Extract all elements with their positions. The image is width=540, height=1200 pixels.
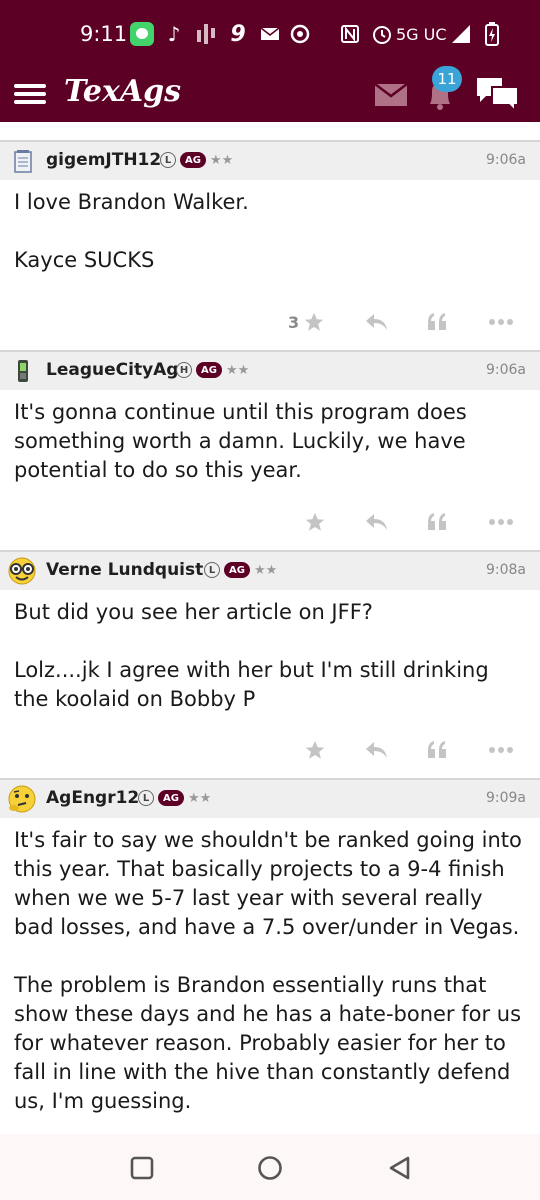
quote-icon [428,313,446,330]
texags-logo[interactable]: TexAgs [64,74,181,109]
post-paragraph: The problem is Brandon essentially runs … [14,973,522,1113]
network-type: 5G UC [396,24,447,44]
phone-icon[interactable] [10,358,36,384]
more-icon [489,747,513,753]
letter-badge: L [204,562,220,578]
post-username[interactable]: gigemJTH12 [46,150,161,170]
quote-button[interactable] [426,738,448,762]
ag-badge: AG [224,562,250,578]
post-paragraph: It's gonna continue until this program d… [14,400,467,482]
star-count: 3 [288,312,300,332]
post-header: gigemJTH12 L AG ★★ 9:06a [0,140,540,180]
post: AgEngr12 L AG ★★ 9:09a It's fair to say … [0,778,540,1170]
mail-icon[interactable] [374,80,408,108]
recents-icon[interactable] [128,1154,156,1182]
reply-icon [366,742,387,758]
more-button[interactable] [488,310,514,334]
mail-status-icon [258,22,282,46]
battery-icon [484,22,500,46]
post-time: 9:08a [485,562,526,578]
more-button[interactable] [488,738,514,762]
post-header: AgEngr12 L AG ★★ 9:09a [0,778,540,818]
status-bar: 9:11 ♪ 9 5G UC [0,0,540,72]
rank-stars: ★★ [209,152,234,168]
post-body: It's fair to say we shouldn't be ranked … [0,818,540,1122]
post-actions [0,494,540,550]
ag-badge: AG [158,790,184,806]
reply-icon [366,314,387,330]
post-paragraph: It's fair to say we shouldn't be ranked … [14,828,522,939]
post-time: 9:06a [485,362,526,378]
rank-stars: ★★ [225,362,250,378]
quote-icon [428,741,446,758]
back-icon[interactable] [386,1154,414,1182]
post: Verne Lundquist L AG ★★ 9:08a But did yo… [0,550,540,778]
post-time: 9:09a [485,790,526,806]
star-icon [304,312,324,331]
post-username[interactable]: Verne Lundquist [46,560,203,580]
post-paragraph: I love Brandon Walker. [14,190,249,214]
user-badges: L AG ★★ [138,790,211,806]
post-actions: 3 [0,294,540,350]
letter-badge: L [138,790,154,806]
star-button[interactable] [304,510,326,534]
post: gigemJTH12 L AG ★★ 9:06a I love Brandon … [0,140,540,350]
post-username[interactable]: LeagueCityAg [46,360,178,380]
alarm-icon [370,22,394,46]
messages-icon [130,22,154,46]
star-button[interactable]: 3 [288,310,325,334]
chat-icon[interactable] [474,74,522,114]
more-icon [489,319,513,325]
post-actions [0,722,540,778]
signal-icon [450,22,472,46]
more-button[interactable] [488,510,514,534]
notepad-icon[interactable] [10,148,36,174]
quote-button[interactable] [426,510,448,534]
post-body: But did you see her article on JFF? Lolz… [0,590,540,722]
post-header: LeagueCityAg H AG ★★ 9:06a [0,350,540,390]
reply-icon [366,514,387,530]
post-paragraph: Lolz....jk I agree with her but I'm stil… [14,658,489,711]
star-icon [305,512,325,531]
post-body: It's gonna continue until this program d… [0,390,540,494]
thinking-face-icon[interactable] [6,784,38,814]
reply-button[interactable] [364,510,388,534]
star-button[interactable] [304,738,326,762]
user-badges: L AG ★★ [204,562,277,578]
post-body: I love Brandon Walker. Kayce SUCKS [0,180,540,294]
post-time: 9:06a [485,152,526,168]
rank-stars: ★★ [253,562,278,578]
nine-app-icon: 9 [230,21,246,47]
thread-feed: gigemJTH12 L AG ★★ 9:06a I love Brandon … [0,122,540,1170]
reply-button[interactable] [364,310,388,334]
post-header: Verne Lundquist L AG ★★ 9:08a [0,550,540,590]
home-icon[interactable] [256,1154,284,1182]
star-icon [305,740,325,759]
system-nav-bar [0,1134,540,1200]
tiktok-icon: ♪ [167,22,181,46]
menu-icon[interactable] [14,80,46,108]
post-paragraph: Kayce SUCKS [14,248,155,272]
reply-button[interactable] [364,738,388,762]
user-badges: L AG ★★ [160,152,233,168]
nfc-icon [338,22,362,46]
post-paragraph: But did you see her article on JFF? [14,600,373,624]
ag-badge: AG [196,362,222,378]
notification-badge[interactable]: 11 [432,66,462,92]
post: LeagueCityAg H AG ★★ 9:06a It's gonna co… [0,350,540,550]
quote-icon [428,513,446,530]
letter-badge: L [160,152,176,168]
rank-stars: ★★ [187,790,212,806]
chrome-icon [288,22,312,46]
letter-badge: H [176,362,192,378]
quote-button[interactable] [426,310,448,334]
user-badges: H AG ★★ [176,362,249,378]
bars-app-icon [194,22,218,46]
status-time: 9:11 [80,22,128,46]
app-header: TexAgs 11 [0,66,540,122]
ag-badge: AG [180,152,206,168]
more-icon [489,519,513,525]
post-username[interactable]: AgEngr12 [46,788,139,808]
nerd-face-icon[interactable] [6,556,38,586]
